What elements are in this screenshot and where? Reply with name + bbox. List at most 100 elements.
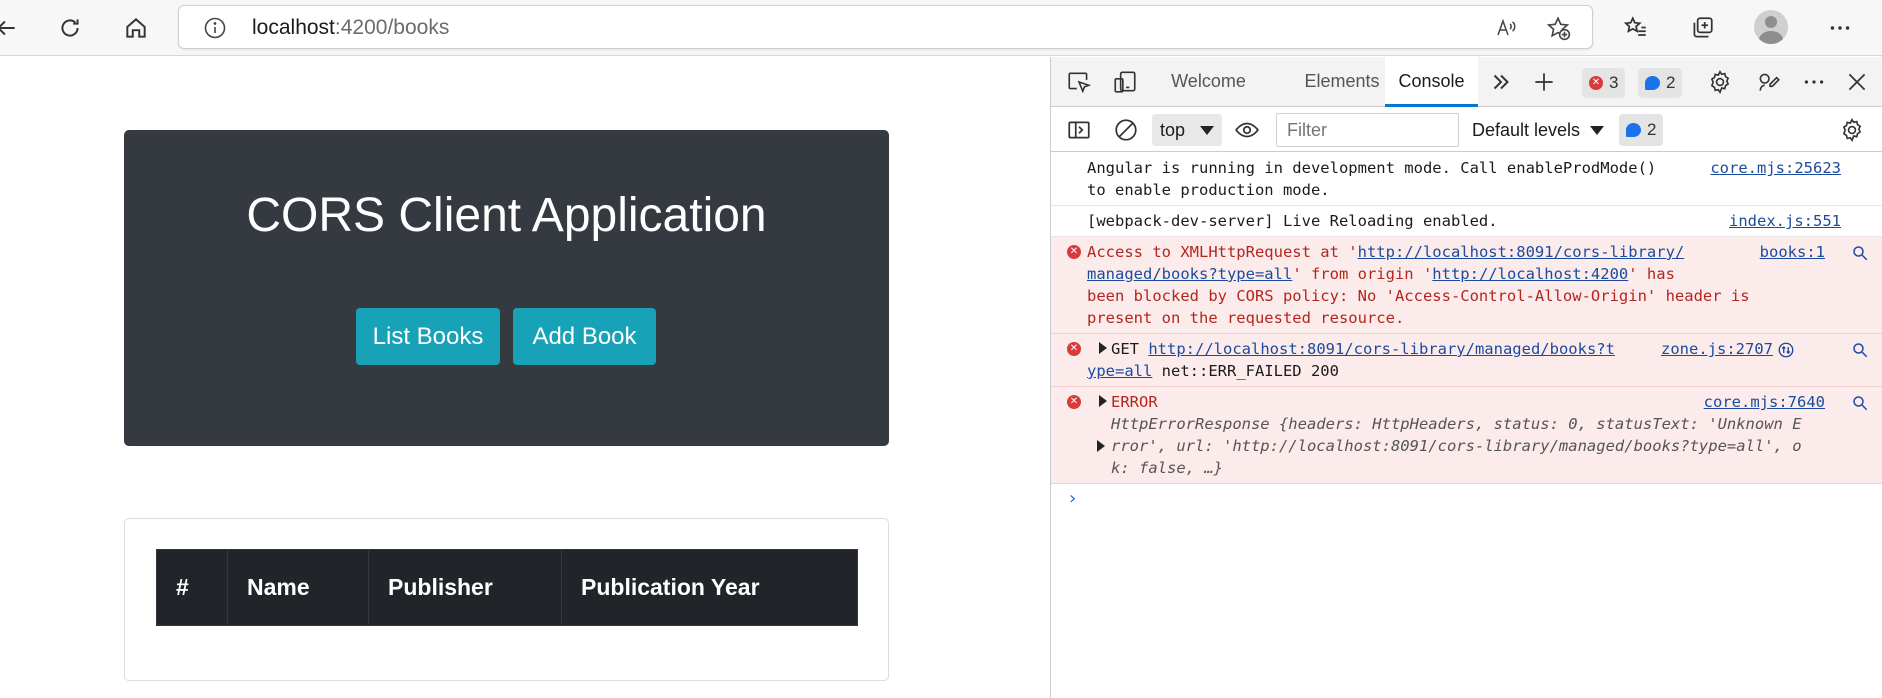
- issues-badge[interactable]: 2: [1619, 114, 1664, 146]
- url-link[interactable]: managed/books?type=all: [1087, 265, 1292, 283]
- issues-icon: [1626, 123, 1641, 137]
- table-header-row: # Name Publisher Publication Year: [156, 549, 858, 626]
- books-card: # Name Publisher Publication Year: [124, 518, 889, 681]
- column-header-number: #: [156, 549, 228, 626]
- console-messages: core.mjs:25623 Angular is running in dev…: [1051, 153, 1882, 514]
- expand-triangle-icon[interactable]: [1097, 440, 1105, 452]
- error-count: 3: [1609, 73, 1619, 92]
- devtools-more-icon[interactable]: [1798, 66, 1830, 98]
- chevron-down-icon: [1590, 126, 1605, 135]
- info-icon[interactable]: [203, 16, 227, 40]
- browser-toolbar: localhost:4200/books: [0, 0, 1882, 56]
- chevron-down-icon: [1200, 126, 1214, 135]
- message-source-link[interactable]: index.js:551: [1729, 210, 1841, 232]
- message-text: present on the requested resource.: [1087, 309, 1405, 327]
- expand-triangle-icon[interactable]: [1099, 342, 1107, 354]
- more-icon[interactable]: [1820, 8, 1860, 48]
- close-devtools-icon[interactable]: [1841, 66, 1873, 98]
- column-header-publisher: Publisher: [368, 549, 562, 626]
- list-books-button[interactable]: List Books: [356, 308, 500, 365]
- tab-welcome[interactable]: Welcome: [1153, 57, 1264, 107]
- url-host: localhost: [252, 16, 335, 39]
- message-source-link[interactable]: core.mjs:7640: [1703, 391, 1825, 413]
- message-source-link[interactable]: core.mjs:25623: [1710, 157, 1841, 179]
- console-error-message: ✕ core.mjs:7640 ERROR HttpErrorResponse …: [1051, 387, 1882, 484]
- devtools-tab-bar: Welcome Elements Console ✕ 3 2: [1051, 57, 1882, 107]
- search-icon[interactable]: [1851, 341, 1869, 359]
- message-source-link[interactable]: books:1: [1759, 241, 1825, 263]
- error-icon: ✕: [1067, 342, 1081, 356]
- context-selector[interactable]: top: [1152, 114, 1222, 146]
- message-count-badge[interactable]: 2: [1638, 68, 1683, 98]
- prompt-chevron-icon: ›: [1067, 488, 1078, 509]
- column-header-name: Name: [227, 549, 369, 626]
- network-request-icon[interactable]: [1777, 341, 1795, 359]
- message-text: ' from origin ': [1292, 265, 1433, 283]
- console-settings-gear-icon[interactable]: [1836, 114, 1868, 146]
- console-prompt[interactable]: ›: [1051, 484, 1882, 514]
- add-favorite-icon[interactable]: [1544, 14, 1572, 42]
- books-table: # Name Publisher Publication Year: [156, 549, 858, 626]
- refresh-icon[interactable]: [50, 8, 90, 48]
- object-preview-line: rror', url: 'http://localhost:8091/cors-…: [1111, 437, 1802, 455]
- web-page: CORS Client Application List Books Add B…: [0, 57, 1050, 698]
- read-aloud-icon[interactable]: [1493, 14, 1521, 42]
- back-arrow-icon[interactable]: [0, 8, 26, 48]
- url-link[interactable]: ype=all: [1087, 362, 1152, 380]
- inspect-element-icon[interactable]: [1063, 66, 1095, 98]
- live-expression-eye-icon[interactable]: [1231, 114, 1263, 146]
- object-preview-line: k: false, …}: [1111, 459, 1223, 477]
- message-icon: [1645, 76, 1660, 90]
- customize-devtools-icon[interactable]: [1753, 66, 1785, 98]
- collections-icon[interactable]: [1682, 8, 1722, 48]
- page-title: CORS Client Application: [246, 189, 767, 242]
- context-selector-value: top: [1160, 120, 1186, 140]
- console-error-message: ✕ zone.js:2707 GET http://localhost:8091…: [1051, 334, 1882, 387]
- search-icon[interactable]: [1851, 394, 1869, 412]
- console-error-message: ✕ books:1 Access to XMLHttpRequest at 'h…: [1051, 237, 1882, 334]
- error-icon: ✕: [1067, 245, 1081, 259]
- message-text: [webpack-dev-server] Live Reloading enab…: [1087, 212, 1498, 230]
- add-book-button[interactable]: Add Book: [513, 308, 656, 365]
- clear-console-icon[interactable]: [1110, 114, 1142, 146]
- favorites-icon[interactable]: [1616, 8, 1656, 48]
- message-text: ' has: [1628, 265, 1675, 283]
- search-icon[interactable]: [1851, 244, 1869, 262]
- object-preview-line: HttpErrorResponse {headers: HttpHeaders,…: [1111, 415, 1802, 433]
- request-method: GET: [1111, 340, 1139, 358]
- error-count-badge[interactable]: ✕ 3: [1582, 68, 1626, 98]
- message-text: to enable production mode.: [1087, 181, 1330, 199]
- settings-gear-icon[interactable]: [1704, 66, 1736, 98]
- url-text[interactable]: localhost:4200/books: [252, 16, 449, 40]
- log-levels-dropdown[interactable]: Default levels: [1472, 114, 1605, 146]
- device-emulation-icon[interactable]: [1109, 66, 1141, 98]
- error-icon: ✕: [1589, 76, 1603, 90]
- origin-link[interactable]: http://localhost:4200: [1432, 265, 1628, 283]
- error-object[interactable]: HttpErrorResponse {headers: HttpHeaders,…: [1087, 413, 1839, 479]
- message-text: net::ERR_FAILED 200: [1152, 362, 1339, 380]
- console-sidebar-icon[interactable]: [1063, 114, 1095, 146]
- tab-console[interactable]: Console: [1385, 57, 1478, 107]
- devtools-panel: Welcome Elements Console ✕ 3 2 top Filte…: [1050, 57, 1882, 698]
- console-message: index.js:551 [webpack-dev-server] Live R…: [1051, 206, 1882, 237]
- jumbotron: CORS Client Application List Books Add B…: [124, 130, 889, 446]
- tab-elements[interactable]: Elements: [1286, 57, 1398, 107]
- issues-count: 2: [1647, 120, 1657, 139]
- url-link[interactable]: http://localhost:8091/cors-library/: [1358, 243, 1685, 261]
- expand-triangle-icon[interactable]: [1099, 395, 1107, 407]
- error-title: ERROR: [1111, 393, 1158, 411]
- message-count: 2: [1666, 73, 1676, 92]
- url-link[interactable]: http://localhost:8091/cors-library/manag…: [1148, 340, 1615, 358]
- console-message: core.mjs:25623 Angular is running in dev…: [1051, 153, 1882, 206]
- address-bar[interactable]: localhost:4200/books: [178, 5, 1593, 49]
- add-tab-icon[interactable]: [1528, 66, 1560, 98]
- message-source-link[interactable]: zone.js:2707: [1661, 338, 1773, 360]
- console-filter-input[interactable]: [1276, 113, 1459, 147]
- column-header-publication-year: Publication Year: [561, 549, 858, 626]
- log-levels-label: Default levels: [1472, 120, 1581, 140]
- profile-avatar-icon[interactable]: [1754, 10, 1788, 44]
- more-tabs-icon[interactable]: [1485, 66, 1517, 98]
- home-icon[interactable]: [116, 8, 156, 48]
- message-text: been blocked by CORS policy: No 'Access-…: [1087, 287, 1750, 305]
- error-icon: ✕: [1067, 395, 1081, 409]
